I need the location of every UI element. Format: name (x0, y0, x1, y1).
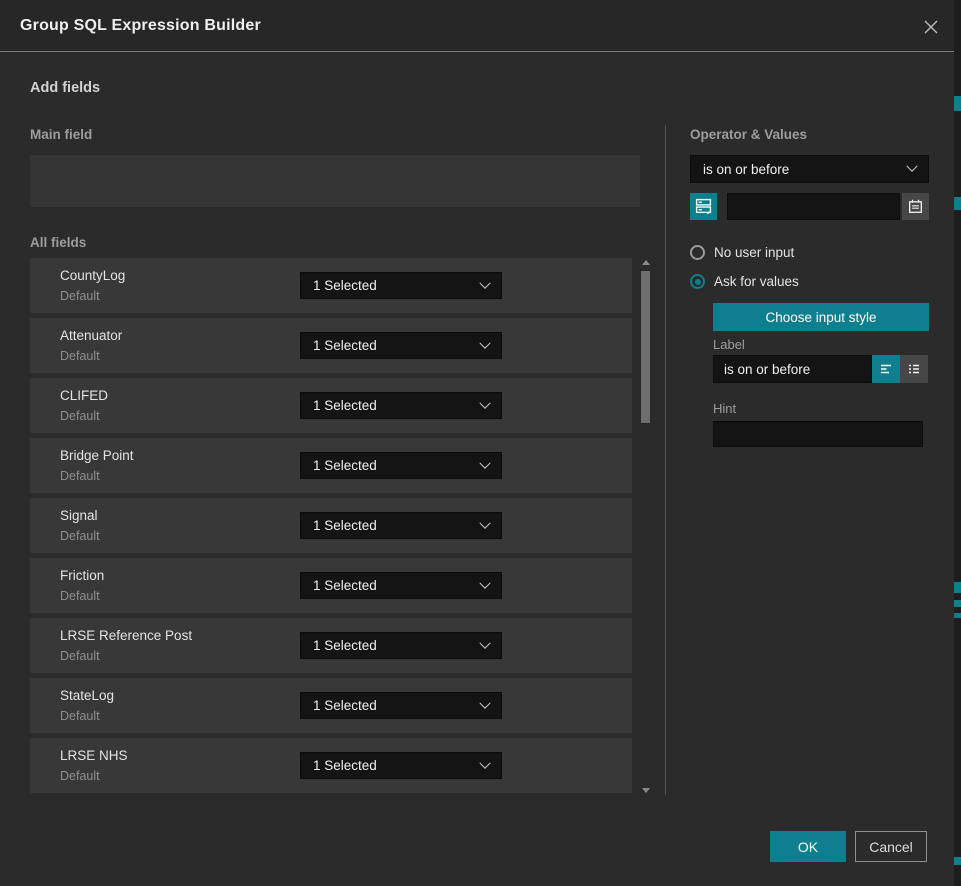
field-sublabel: Default (60, 709, 100, 723)
field-sublabel: Default (60, 349, 100, 363)
hint-input[interactable] (713, 421, 923, 447)
field-sublabel: Default (60, 289, 100, 303)
scrollbar-down-arrow-icon[interactable] (642, 788, 650, 793)
operator-select[interactable]: is on or before (690, 155, 929, 183)
chevron-down-icon (479, 697, 490, 708)
field-name: Bridge Point (60, 448, 134, 463)
ok-button[interactable]: OK (770, 831, 846, 862)
field-sublabel: Default (60, 649, 100, 663)
single-line-input-style-button[interactable] (872, 355, 900, 383)
label-input[interactable] (713, 355, 872, 383)
field-selection-dropdown[interactable]: 1 Selected (300, 752, 502, 779)
field-selection-dropdown[interactable]: 1 Selected (300, 512, 502, 539)
radio-unchecked-icon (690, 245, 705, 260)
operator-select-value: is on or before (703, 162, 900, 177)
get-values-button[interactable] (690, 193, 717, 220)
field-selection-value: 1 Selected (313, 398, 473, 413)
no-user-input-label: No user input (714, 245, 794, 260)
chevron-down-icon (479, 757, 490, 768)
field-selection-dropdown[interactable]: 1 Selected (300, 332, 502, 359)
chevron-down-icon (479, 577, 490, 588)
chevron-down-icon (479, 277, 490, 288)
all-fields-heading: All fields (30, 235, 86, 250)
background-accent-fragment (954, 613, 961, 618)
group-sql-expression-builder-dialog: Group SQL Expression Builder Add fields … (0, 0, 961, 886)
close-icon[interactable] (920, 16, 942, 38)
scrollbar-thumb[interactable] (641, 271, 650, 423)
field-name: CLIFED (60, 388, 108, 403)
background-accent-fragment (954, 582, 961, 593)
field-row: Friction Default 1 Selected (30, 558, 632, 613)
field-selection-dropdown[interactable]: 1 Selected (300, 572, 502, 599)
all-fields-list: CountyLog Default 1 Selected Attenuator … (30, 258, 632, 798)
field-name: LRSE Reference Post (60, 628, 192, 643)
field-selection-value: 1 Selected (313, 758, 473, 773)
field-selection-value: 1 Selected (313, 638, 473, 653)
field-selection-value: 1 Selected (313, 338, 473, 353)
dialog-title: Group SQL Expression Builder (20, 17, 261, 35)
field-selection-value: 1 Selected (313, 698, 473, 713)
field-selection-dropdown[interactable]: 1 Selected (300, 692, 502, 719)
chevron-down-icon (479, 457, 490, 468)
list-input-style-button[interactable] (900, 355, 928, 383)
field-selection-value: 1 Selected (313, 278, 473, 293)
field-name: Friction (60, 568, 104, 583)
field-sublabel: Default (60, 469, 100, 483)
field-name: CountyLog (60, 268, 125, 283)
chevron-down-icon (479, 337, 490, 348)
chevron-down-icon (479, 637, 490, 648)
field-selection-value: 1 Selected (313, 518, 473, 533)
background-accent-fragment (954, 600, 961, 607)
field-name: StateLog (60, 688, 114, 703)
field-selection-dropdown[interactable]: 1 Selected (300, 392, 502, 419)
main-field-panel: CountyLog | Default From Date (30, 155, 640, 207)
field-row: CLIFED Default 1 Selected (30, 378, 632, 433)
field-selection-dropdown[interactable]: 1 Selected (300, 452, 502, 479)
background-accent-fragment (954, 857, 961, 865)
field-row: LRSE NHS Default 1 Selected (30, 738, 632, 793)
field-sublabel: Default (60, 409, 100, 423)
scrollbar-up-arrow-icon[interactable] (642, 260, 650, 265)
field-row: CountyLog Default 1 Selected (30, 258, 632, 313)
field-selection-value: 1 Selected (313, 458, 473, 473)
chevron-down-icon (479, 517, 490, 528)
field-sublabel: Default (60, 589, 100, 603)
field-name: Signal (60, 508, 98, 523)
field-selection-dropdown[interactable]: 1 Selected (300, 632, 502, 659)
panel-divider (665, 125, 666, 795)
add-fields-heading: Add fields (30, 80, 100, 96)
field-name: LRSE NHS (60, 748, 128, 763)
field-row: LRSE Reference Post Default 1 Selected (30, 618, 632, 673)
ask-for-values-label: Ask for values (714, 274, 799, 289)
ask-for-values-radio[interactable]: Ask for values (690, 274, 799, 289)
fields-list-scrollbar (640, 258, 652, 795)
field-sublabel: Default (60, 529, 100, 543)
background-accent-fragment (954, 197, 961, 210)
background-accent-fragment (954, 96, 961, 111)
no-user-input-radio[interactable]: No user input (690, 245, 794, 260)
field-selection-dropdown[interactable]: 1 Selected (300, 272, 502, 299)
calendar-picker-button[interactable] (902, 193, 929, 220)
field-row: StateLog Default 1 Selected (30, 678, 632, 733)
field-selection-value: 1 Selected (313, 578, 473, 593)
field-row: Signal Default 1 Selected (30, 498, 632, 553)
operator-values-heading: Operator & Values (690, 127, 807, 142)
field-name: Attenuator (60, 328, 122, 343)
background-app-edge (954, 0, 961, 886)
date-value-input[interactable] (727, 193, 900, 220)
choose-input-style-button[interactable]: Choose input style (713, 303, 929, 331)
field-sublabel: Default (60, 769, 100, 783)
dialog-titlebar: Group SQL Expression Builder (0, 0, 954, 52)
chevron-down-icon (479, 397, 490, 408)
radio-checked-icon (690, 274, 705, 289)
chevron-down-icon (906, 161, 917, 172)
field-row: Attenuator Default 1 Selected (30, 318, 632, 373)
cancel-button[interactable]: Cancel (855, 831, 927, 862)
main-field-heading: Main field (30, 127, 92, 142)
label-caption: Label (713, 337, 745, 352)
hint-caption: Hint (713, 401, 736, 416)
field-row: Bridge Point Default 1 Selected (30, 438, 632, 493)
